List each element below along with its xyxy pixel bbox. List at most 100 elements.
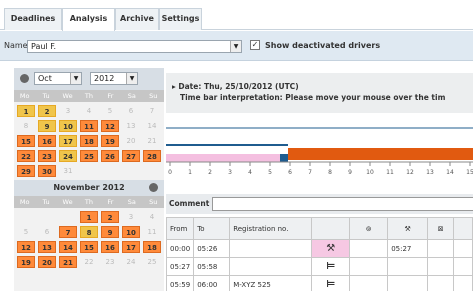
calendar-day[interactable]: 1 — [80, 211, 98, 223]
calendar-day[interactable]: 15 — [80, 241, 98, 253]
calendar-day[interactable]: 16 — [38, 135, 56, 147]
table-row[interactable]: 05:59 06:00 M-XYZ 525 ⊨ — [165, 275, 473, 291]
calendar-day[interactable]: 2 — [38, 105, 56, 117]
driver-select-value: Paul F. — [31, 42, 57, 51]
calendar-day[interactable]: 6 — [38, 226, 56, 238]
calendar-day[interactable]: 9 — [101, 226, 119, 238]
col-activity[interactable] — [311, 217, 351, 240]
calendar-day[interactable]: 18 — [80, 135, 98, 147]
gear-icon[interactable] — [20, 74, 29, 83]
col-to[interactable]: To — [193, 217, 231, 240]
calendar-day[interactable]: 21 — [143, 135, 161, 147]
timeline-tick-label: 2 — [208, 169, 212, 176]
tab-deadlines[interactable]: Deadlines — [4, 8, 62, 30]
month-select[interactable]: Oct ▼ — [34, 72, 82, 85]
chevron-down-icon[interactable]: ▼ — [230, 41, 241, 52]
calendar-day[interactable]: 6 — [122, 105, 140, 117]
calendar-day[interactable]: 18 — [143, 241, 161, 253]
tab-analysis[interactable]: Analysis — [62, 8, 115, 31]
weekday-label: Th — [84, 198, 94, 206]
calendar-day[interactable]: 13 — [122, 120, 140, 132]
chevron-down-icon[interactable]: ▼ — [70, 73, 81, 84]
col-clock[interactable]: ⊚ — [349, 217, 389, 240]
calendar-day[interactable]: 23 — [38, 150, 56, 162]
calendar-day[interactable]: 16 — [101, 241, 119, 253]
calendar-day[interactable]: 12 — [101, 120, 119, 132]
calendar-day[interactable]: 27 — [122, 150, 140, 162]
calendar-day[interactable]: 7 — [143, 105, 161, 117]
calendar-day[interactable]: 26 — [101, 150, 119, 162]
calendar-day[interactable]: 8 — [17, 120, 35, 132]
weekday-label: Tu — [42, 198, 50, 206]
calendar-day[interactable]: 15 — [17, 135, 35, 147]
calendar-day[interactable]: 24 — [59, 150, 77, 162]
calendar-day[interactable]: 8 — [80, 226, 98, 238]
cell-available — [427, 275, 455, 291]
col-registration[interactable]: Registration no. — [229, 217, 313, 240]
tab-archive[interactable]: Archive — [115, 8, 159, 30]
calendar-day[interactable]: 31 — [59, 165, 77, 177]
gear-icon[interactable] — [149, 183, 158, 192]
calendar-day[interactable]: 4 — [143, 211, 161, 223]
show-deactivated-checkbox[interactable]: ✓ — [250, 40, 260, 50]
timeline-tick-label: 13 — [426, 169, 434, 176]
calendar-day[interactable]: 29 — [17, 165, 35, 177]
calendar-day[interactable]: 12 — [17, 241, 35, 253]
calendar-day[interactable]: 14 — [143, 120, 161, 132]
table-row[interactable]: 00:00 05:26 ⚒ 05:27 — [165, 239, 473, 258]
cell-registration — [229, 239, 313, 258]
timeline-drive-bar — [280, 154, 288, 162]
calendar-day[interactable]: 19 — [17, 256, 35, 268]
col-from[interactable]: From — [165, 217, 195, 240]
calendar-day[interactable]: 4 — [80, 105, 98, 117]
calendar-day[interactable]: 17 — [59, 135, 77, 147]
calendar-day[interactable]: 23 — [101, 256, 119, 268]
weekday-label: We — [62, 92, 73, 100]
timeline-tick-label: 3 — [228, 169, 232, 176]
calendar-day[interactable]: 10 — [122, 226, 140, 238]
calendar-day[interactable]: 25 — [143, 256, 161, 268]
calendar-day[interactable]: 3 — [122, 211, 140, 223]
weekday-label: Sa — [127, 92, 136, 100]
november-day-grid: 1 2 3 4 5 6 7 8 9 10 11 12 13 14 15 16 17 18 19 20 21 22 23 24 2… — [14, 208, 164, 271]
calendar-day[interactable]: 9 — [38, 120, 56, 132]
calendar-day[interactable]: 2 — [101, 211, 119, 223]
calendar-day[interactable]: 10 — [59, 120, 77, 132]
activity-timeline[interactable]: 0 1 2 3 4 5 6 7 8 9 10 11 12 13 14 15 — [166, 118, 473, 178]
col-available[interactable]: ⊠ — [427, 217, 455, 240]
calendar-day[interactable]: 14 — [59, 241, 77, 253]
comment-input[interactable] — [212, 197, 473, 211]
cell-registration: M-XYZ 525 — [229, 275, 313, 291]
year-select[interactable]: 2012 ▼ — [90, 72, 138, 85]
cell-clock — [349, 257, 389, 276]
calendar-day[interactable]: 20 — [38, 256, 56, 268]
date-text: Date: Thu, 25/10/2012 (UTC) — [178, 82, 299, 91]
calendar-day[interactable]: 5 — [17, 226, 35, 238]
calendar-day[interactable]: 22 — [17, 150, 35, 162]
timeline-tick-label: 7 — [308, 169, 312, 176]
driver-select[interactable]: Paul F. ▼ — [27, 40, 242, 53]
col-work[interactable]: ⚒ — [387, 217, 429, 240]
calendar-day[interactable]: 19 — [101, 135, 119, 147]
calendar-day[interactable]: 5 — [101, 105, 119, 117]
chevron-down-icon[interactable]: ▼ — [126, 73, 137, 84]
calendar-day[interactable]: 3 — [59, 105, 77, 117]
calendar-day[interactable]: 20 — [122, 135, 140, 147]
table-header-row: From To Registration no. ⊚ ⚒ ⊠ — [165, 217, 473, 240]
calendar-day[interactable]: 21 — [59, 256, 77, 268]
table-row[interactable]: 05:27 05:58 ⊨ — [165, 257, 473, 276]
timeline-blue-bar — [166, 144, 288, 146]
calendar-day[interactable]: 7 — [59, 226, 77, 238]
calendar-day[interactable]: 24 — [122, 256, 140, 268]
calendar-day[interactable]: 11 — [143, 226, 161, 238]
calendar-day[interactable]: 13 — [38, 241, 56, 253]
calendar-day[interactable]: 11 — [80, 120, 98, 132]
calendar-day[interactable]: 30 — [38, 165, 56, 177]
calendar-day[interactable]: 28 — [143, 150, 161, 162]
november-header: November 2012 — [14, 180, 164, 196]
calendar-day[interactable]: 1 — [17, 105, 35, 117]
tab-settings[interactable]: Settings — [159, 8, 202, 30]
calendar-day[interactable]: 25 — [80, 150, 98, 162]
calendar-day[interactable]: 22 — [80, 256, 98, 268]
calendar-day[interactable]: 17 — [122, 241, 140, 253]
